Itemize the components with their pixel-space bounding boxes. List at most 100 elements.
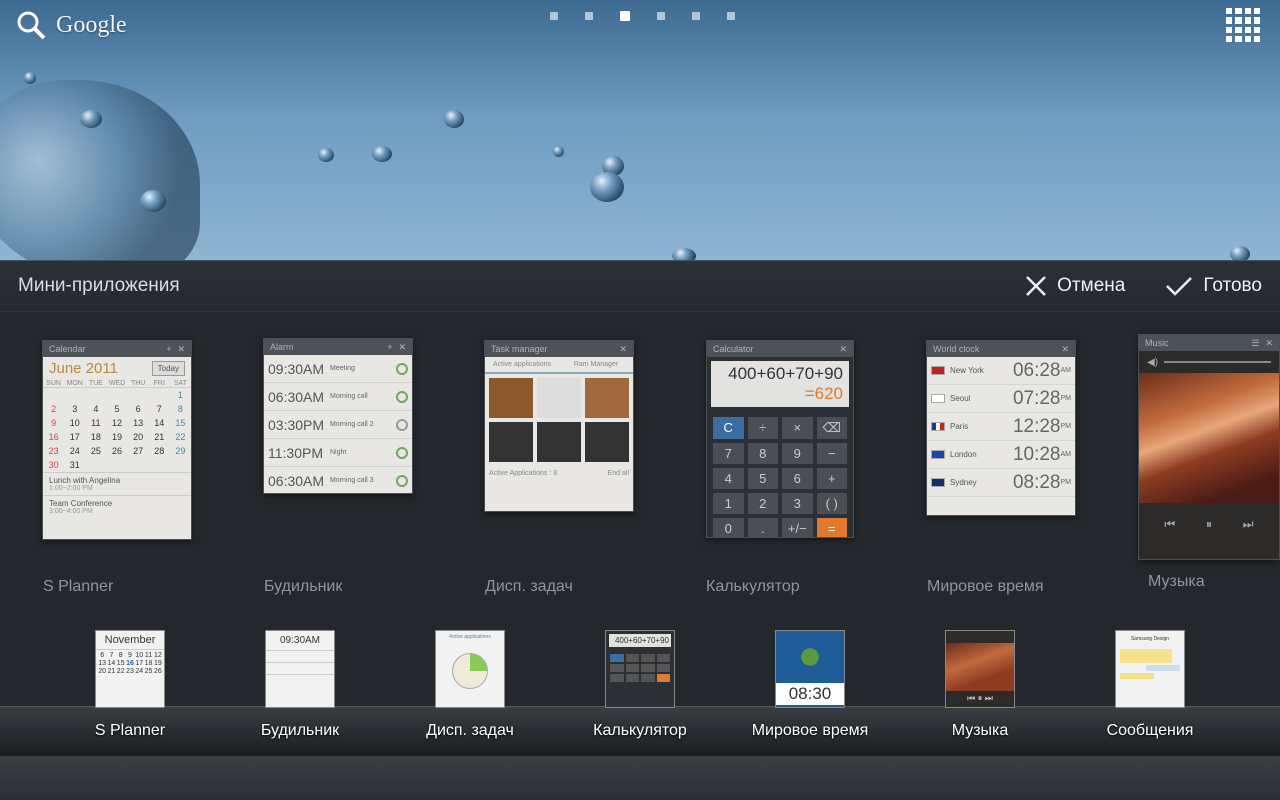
- world-clock-widget-preview[interactable]: World clock ✕ New York 06:28 AM Seoul 07:28 P…: [926, 340, 1076, 516]
- search-icon: [17, 11, 46, 40]
- dow-label: FRI: [153, 380, 165, 387]
- panel-header: Мини-приложения Отмена Готово: [0, 260, 1280, 312]
- dow-label: SUN: [46, 380, 61, 387]
- dock-label: Калькулятор: [593, 722, 687, 739]
- water-drop: [590, 172, 624, 202]
- clock-bar-title: World clock: [933, 344, 980, 354]
- calendar-bar-title: Calendar: [49, 344, 86, 354]
- pause-icon: ⏸: [1205, 517, 1212, 531]
- alarm-widget-preview[interactable]: Alarm + ✕ 09:30AM Meeting 06:30AM Morning ca…: [263, 338, 413, 494]
- wallpaper: Google: [0, 0, 1280, 262]
- google-search-bar[interactable]: Google: [16, 10, 127, 40]
- music-widget-preview[interactable]: Music ☰ ✕ ◀) ⏮ ⏸ ⏭: [1138, 334, 1280, 560]
- dock-label: Дисп. задач: [426, 722, 514, 739]
- dock-app-world-clock[interactable]: 08:30 Мировое время: [735, 630, 885, 740]
- alarm-bar-title: Alarm: [270, 342, 294, 352]
- widget-label-s-planner: S Planner: [43, 578, 114, 595]
- tm-tab-ram: Ram Manager: [573, 361, 619, 368]
- calc-expression: 400+60+70+90: [728, 364, 843, 383]
- water-drop: [318, 148, 334, 162]
- calc-bar-title: Calculator: [713, 344, 754, 354]
- dock-label: Сообщения: [1106, 722, 1194, 739]
- dow-label: WED: [108, 380, 126, 387]
- calendar-icon: November 6 7 8 9 10 11 12 13 14 15 16 17 18 19 20 21 22 2…: [95, 630, 165, 708]
- calculator-widget-preview[interactable]: Calculator ✕ 400+60+70+90 =620 C ÷ × ⌫ 7 8 9− 4…: [706, 340, 854, 538]
- clock-row: Seoul 07:28 PM: [927, 385, 1075, 413]
- dow-label: MON: [66, 380, 83, 387]
- dock-app-music[interactable]: ⏮ ⏸ ⏭ Музыка: [905, 630, 1055, 740]
- page-dot[interactable]: [585, 12, 593, 20]
- dock-app-alarm[interactable]: 09:30AM Будильник: [225, 630, 375, 740]
- task-bar-title: Task manager: [491, 344, 548, 354]
- calendar-event: Team Conference 3:00~4:00 PM: [43, 495, 191, 518]
- clock-row: Paris 12:28 PM: [927, 413, 1075, 441]
- page-dot[interactable]: [692, 12, 700, 20]
- tm-end-all: End all: [607, 470, 629, 477]
- dow-label: SAT: [173, 380, 187, 387]
- calculator-icon: 400+60+70+90: [605, 630, 675, 708]
- page-dot[interactable]: [727, 12, 735, 20]
- water-splash: [0, 80, 200, 262]
- globe-icon: 08:30: [775, 630, 845, 708]
- widget-label-world-clock: Мировое время: [927, 578, 1044, 595]
- calendar-today-button: Today: [151, 361, 185, 376]
- page-dot[interactable]: [657, 12, 665, 20]
- music-icon: ⏮ ⏸ ⏭: [945, 630, 1015, 708]
- water-drop: [24, 72, 36, 84]
- water-drop: [444, 110, 464, 128]
- alarm-row: 06:30AM Morning call: [264, 383, 412, 411]
- dock-label: Музыка: [951, 722, 1009, 739]
- dock-app-calculator[interactable]: 400+60+70+90 Калькулятор: [565, 630, 715, 740]
- water-drop: [80, 110, 102, 128]
- tm-footer: Active Applications : 8: [489, 470, 558, 477]
- dock-label: Будильник: [260, 722, 340, 739]
- water-drop: [372, 146, 392, 162]
- panel-title: Мини-приложения: [18, 275, 180, 296]
- close-icon: [1026, 276, 1047, 296]
- clock-row: New York 06:28 AM: [927, 357, 1075, 385]
- alarm-row: 06:30AM Morning call 3: [264, 467, 412, 493]
- dock-base: [0, 756, 1280, 800]
- clock-row: London 10:28 AM: [927, 441, 1075, 469]
- tm-tab-active: Active applications: [493, 361, 551, 368]
- cancel-button[interactable]: Отмена: [1025, 275, 1125, 297]
- page-indicator: [550, 11, 735, 21]
- calendar-widget-preview[interactable]: Calendar + ✕ June 2011 Today SUN MON TUE WED TH…: [42, 340, 192, 540]
- cancel-label: Отмена: [1057, 275, 1126, 296]
- messages-icon: Samsung Design: [1115, 630, 1185, 708]
- page-dot-active[interactable]: [620, 11, 630, 21]
- alarm-row: 11:30PM Night: [264, 439, 412, 467]
- check-icon: [1166, 277, 1193, 296]
- done-button[interactable]: Готово: [1165, 275, 1262, 297]
- dow-label: THU: [130, 380, 146, 387]
- dock-label: S Planner: [94, 722, 166, 739]
- next-icon: ⏭: [1242, 517, 1254, 531]
- dock-label: Мировое время: [751, 722, 869, 739]
- calendar-month: June 2011: [49, 360, 118, 377]
- water-drop: [553, 146, 564, 157]
- apps-grid-icon[interactable]: [1226, 8, 1260, 42]
- previous-icon: ⏮: [1164, 517, 1176, 531]
- widget-previews: Calendar + ✕ June 2011 Today SUN MON TUE WED TH…: [0, 330, 1280, 600]
- widget-label-alarm: Будильник: [264, 578, 343, 595]
- dock-app-s-planner[interactable]: November 6 7 8 9 10 11 12 13 14 15 16 17 18 19 20 21 22 2…: [55, 630, 205, 740]
- widget-label-calculator: Калькулятор: [706, 578, 800, 595]
- task-manager-widget-preview[interactable]: Task manager ✕ Active applications Ram Man…: [484, 340, 634, 512]
- clock-row: Sydney 08:28 PM: [927, 469, 1075, 497]
- music-bar-title: Music: [1145, 338, 1169, 348]
- dock-app-task-manager[interactable]: Active applications Дисп. задач: [395, 630, 545, 740]
- dock-app-messages[interactable]: Samsung Design Сообщения: [1075, 630, 1225, 740]
- calendar-event: Lunch with Angelina 1:00~2:00 PM: [43, 472, 191, 495]
- album-art: [1139, 373, 1279, 503]
- water-drop: [140, 190, 166, 212]
- done-label: Готово: [1203, 275, 1262, 296]
- alarm-row: 09:30AM Meeting: [264, 355, 412, 383]
- app-dock: November 6 7 8 9 10 11 12 13 14 15 16 17 18 19 20 21 22 2…: [0, 630, 1280, 800]
- page-dot[interactable]: [550, 12, 558, 20]
- calc-result: =620: [804, 384, 843, 403]
- alarm-row: 03:30PM Morning call 2: [264, 411, 412, 439]
- widget-label-task-manager: Дисп. задач: [485, 578, 573, 595]
- alarm-clock-icon: 09:30AM: [265, 630, 335, 708]
- widgets-panel: Мини-приложения Отмена Готово Calendar + ✕…: [0, 260, 1280, 800]
- widget-label-music: Музыка: [1148, 573, 1205, 590]
